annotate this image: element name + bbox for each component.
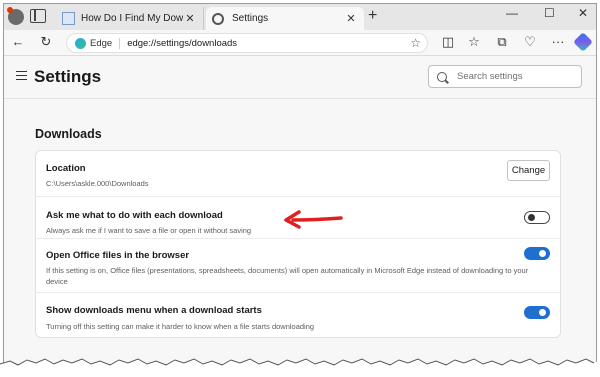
open-office-files-toggle[interactable] [524,247,550,260]
minimize-button[interactable]: — [506,6,518,20]
browser-essentials-icon[interactable]: ♡ [522,35,538,49]
setting-label: Show downloads menu when a download star… [46,305,262,316]
search-input[interactable] [457,71,575,82]
setting-description: Always ask me if I want to save a file o… [46,226,252,235]
collections-icon[interactable]: ⧉ [494,35,510,49]
more-options-button[interactable]: ··· [550,35,566,49]
back-button[interactable]: ← [10,35,26,49]
url-scheme: edge:// [127,37,157,49]
location-label: Location [46,163,86,174]
tab-title: Settings [232,13,269,24]
gear-icon [212,12,224,25]
menu-icon[interactable] [16,71,27,80]
location-path: C:\Users\askle.000\Downloads [46,179,149,188]
settings-header: Settings [4,57,596,99]
tab-title: How Do I Find My Downloads on [81,13,183,24]
url-text[interactable]: edge://settings/downloads [120,38,410,49]
favorites-icon[interactable]: ☆ [466,35,482,49]
tab-settings[interactable]: Settings ✕ [206,7,364,30]
setting-description: Turning off this setting can make it har… [46,322,315,331]
close-icon[interactable]: ✕ [183,12,197,25]
toggle-knob [539,250,546,257]
toggle-knob [528,214,535,221]
setting-label: Open Office files in the browser [46,250,190,261]
setting-description: If this setting is on, Office files (pre… [46,266,529,286]
section-title: Downloads [35,127,102,141]
toggle-knob [539,309,546,316]
page-favicon-icon [62,12,75,25]
maximize-button[interactable]: ☐ [544,6,555,20]
downloads-card: Location C:\Users\askle.000\Downloads Ch… [35,150,561,338]
browser-window: How Do I Find My Downloads on ✕ Settings… [3,3,597,365]
new-tab-button[interactable]: + [368,8,377,24]
location-row: Location C:\Users\askle.000\Downloads Ch… [36,151,560,197]
close-window-button[interactable]: ✕ [578,6,588,20]
setting-label: Ask me what to do with each download [46,210,223,221]
browser-toolbar: ← ↻ Edge edge://settings/downloads ☆ ◫ ☆… [4,30,596,56]
annotation-arrow-icon [284,210,343,229]
setting-row-show-downloads-menu: Show downloads menu when a download star… [36,293,560,337]
url-path: settings/downloads [156,37,238,49]
setting-row-open-office-files: Open Office files in the browser If this… [36,239,560,293]
profile-avatar-icon[interactable] [7,7,24,25]
tab-how-do-i-find[interactable]: How Do I Find My Downloads on ✕ [56,7,204,30]
ask-each-download-toggle[interactable] [524,211,550,224]
vertical-tabs-icon[interactable] [30,9,46,23]
search-box[interactable] [428,65,582,88]
refresh-button[interactable]: ↻ [38,35,54,49]
settings-content: Downloads Location C:\Users\askle.000\Do… [4,100,596,364]
edge-logo-icon [75,37,86,49]
torn-edge-decoration [0,358,600,377]
change-location-button[interactable]: Change [507,160,550,181]
site-label: Edge [90,37,121,49]
search-icon [437,71,447,82]
close-icon[interactable]: ✕ [344,12,358,25]
tab-strip: How Do I Find My Downloads on ✕ Settings… [4,4,596,30]
page-title: Settings [34,67,102,86]
show-downloads-menu-toggle[interactable] [524,306,550,319]
split-screen-icon[interactable]: ◫ [440,35,456,49]
favorite-star-icon[interactable]: ☆ [410,36,421,50]
address-bar[interactable]: Edge edge://settings/downloads ☆ [66,33,428,53]
